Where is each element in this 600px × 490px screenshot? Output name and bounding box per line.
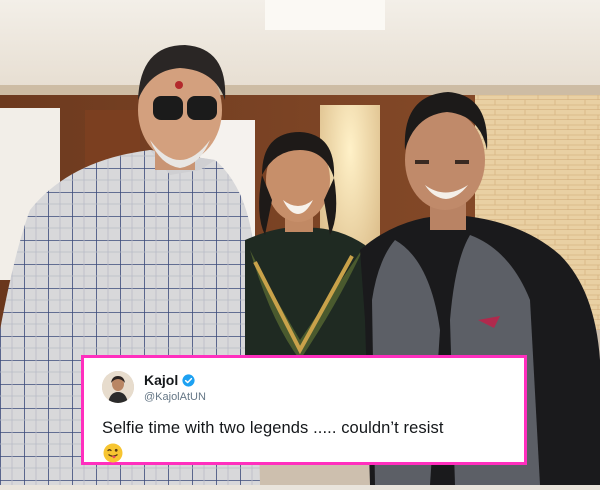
author-name[interactable]: Kajol <box>144 372 178 388</box>
avatar[interactable] <box>102 371 134 403</box>
tweet-text: Selfie time with two legends ..... could… <box>102 419 444 437</box>
author-handle[interactable]: @KajolAtUN <box>144 391 206 403</box>
winking-face-with-tongue-icon <box>103 443 123 463</box>
tweet-card[interactable]: Kajol @KajolAtUN Selfie time with two le… <box>81 355 527 465</box>
verified-badge-icon <box>182 373 195 387</box>
